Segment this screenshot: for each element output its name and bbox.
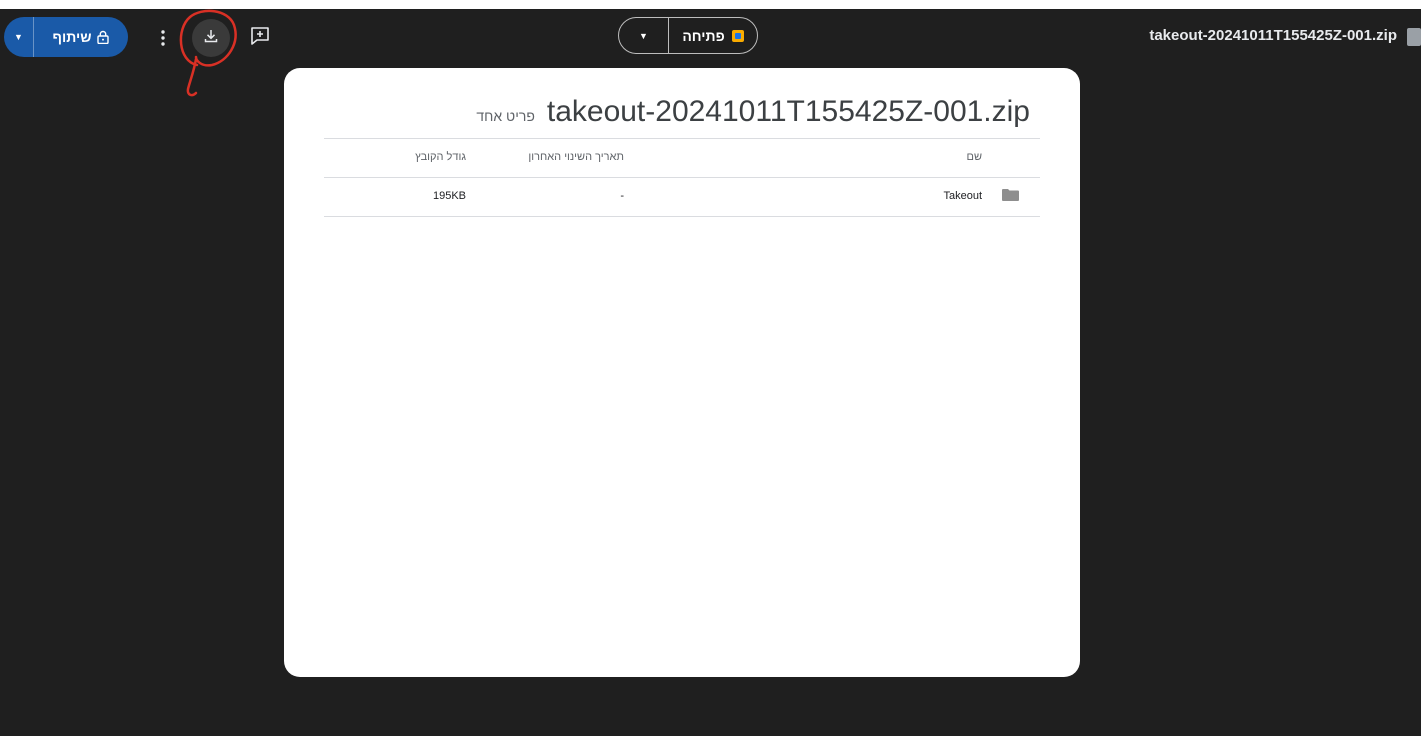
open-with-button[interactable]: פתיחה	[669, 28, 757, 44]
folder-icon	[1002, 189, 1019, 201]
row-modified: -	[620, 190, 624, 202]
share-split-button[interactable]: ▼ שיתוף	[4, 17, 128, 57]
column-header-modified: תאריך השינוי האחרון	[528, 151, 624, 163]
share-options-caret-icon[interactable]: ▼	[4, 17, 34, 57]
add-comment-icon	[249, 25, 271, 52]
column-header-size: גודל הקובץ	[415, 151, 466, 163]
file-type-icon	[1407, 28, 1421, 46]
lock-icon	[97, 30, 110, 44]
divider	[324, 216, 1040, 217]
archive-preview-card: takeout-20241011T155425Z-001.zip פריט אח…	[284, 68, 1080, 677]
divider	[324, 138, 1040, 139]
file-title: takeout-20241011T155425Z-001.zip	[1149, 27, 1397, 44]
row-name: Takeout	[943, 190, 982, 202]
share-label: שיתוף	[52, 29, 92, 45]
top-bar: ▼ שיתוף ▼ פתיחה takeout-20241011T155425Z…	[0, 9, 1421, 97]
row-size: 195KB	[432, 190, 466, 202]
item-count: פריט אחד	[476, 108, 535, 124]
download-button[interactable]	[192, 19, 230, 57]
share-button[interactable]: שיתוף	[34, 29, 128, 45]
open-with-split-button[interactable]: ▼ פתיחה	[618, 17, 758, 54]
divider	[324, 177, 1040, 178]
open-with-caret-icon[interactable]: ▼	[619, 18, 669, 53]
column-header-name: שם	[966, 151, 983, 163]
more-vert-icon[interactable]	[152, 27, 174, 49]
download-icon	[203, 28, 219, 49]
top-strip	[0, 0, 1421, 9]
archive-header: takeout-20241011T155425Z-001.zip פריט אח…	[476, 95, 1030, 129]
archive-name: takeout-20241011T155425Z-001.zip	[546, 95, 1030, 128]
app-icon	[731, 29, 744, 42]
open-label: פתיחה	[682, 27, 725, 44]
add-comment-button[interactable]	[247, 25, 273, 51]
